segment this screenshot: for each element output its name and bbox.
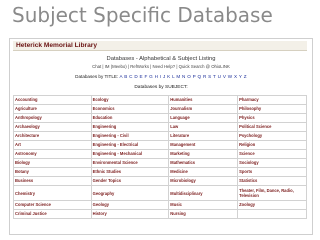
subject-link[interactable]: Microbiology: [168, 176, 239, 186]
table-row: Astronomy Engineering - Mechanical Marketi…: [13, 149, 307, 159]
subject-link[interactable]: Computer Science: [13, 200, 92, 210]
subject-link[interactable]: Medicine: [168, 167, 239, 177]
table-row: Archaeology Engineering Law Political Scien…: [13, 122, 307, 132]
subject-link[interactable]: Religion: [237, 140, 307, 150]
subject-link[interactable]: Business: [13, 176, 92, 186]
table-row: Business Gender Topics Microbiology Statist…: [13, 176, 307, 186]
subject-link[interactable]: Accounting: [13, 95, 92, 105]
subject-link[interactable]: Anthropology: [13, 113, 92, 123]
title-index-label: Databases by TITLE:: [75, 74, 119, 79]
subject-link[interactable]: Humanities: [168, 95, 239, 105]
subject-table: Accounting Ecology Humanities Pharmacy Agric…: [13, 95, 307, 219]
subject-link[interactable]: Art: [13, 140, 92, 150]
subject-link[interactable]: Pharmacy: [237, 95, 307, 105]
subject-link[interactable]: Multidisciplinary: [168, 185, 239, 201]
subject-link[interactable]: Environmental Science: [90, 158, 170, 168]
subject-link[interactable]: Biology: [13, 158, 92, 168]
subject-link[interactable]: Sports: [237, 167, 307, 177]
subject-link[interactable]: Law: [168, 122, 239, 132]
subject-link[interactable]: Engineering - Electrical: [90, 140, 170, 150]
subject-link[interactable]: Literature: [168, 131, 239, 141]
help-links-bar[interactable]: Chat | IM (Meebo) | RefWorks | Need Help…: [10, 64, 312, 70]
subject-link[interactable]: Music: [168, 200, 239, 210]
subject-link[interactable]: Sociology: [237, 158, 307, 168]
subject-link[interactable]: Geology: [90, 200, 170, 210]
subject-link[interactable]: Marketing: [168, 149, 239, 159]
subject-link[interactable]: Criminal Justice: [13, 209, 92, 219]
subject-link[interactable]: Statistics: [237, 176, 307, 186]
subject-link[interactable]: Engineering: [90, 122, 170, 132]
subject-link[interactable]: Engineering - Mechanical: [90, 149, 170, 159]
subject-link[interactable]: Agriculture: [13, 104, 92, 114]
subject-link[interactable]: Physics: [237, 113, 307, 123]
library-header: Heterick Memorial Library: [13, 41, 307, 51]
subject-link[interactable]: Chemistry: [13, 185, 92, 201]
subject-link[interactable]: Language: [168, 113, 239, 123]
subject-link: [237, 209, 307, 219]
subject-link[interactable]: Journalism: [168, 104, 239, 114]
subject-link[interactable]: Architecture: [13, 131, 92, 141]
slide-title: Subject Specific Database: [12, 3, 273, 27]
table-row: Chemistry Geography Multidisciplinary Theat…: [13, 185, 307, 201]
subject-link[interactable]: Archaeology: [13, 122, 92, 132]
subject-link[interactable]: Political Science: [237, 122, 307, 132]
subject-link[interactable]: Botany: [13, 167, 92, 177]
table-row: Computer Science Geology Music Zoology: [13, 200, 307, 210]
subject-link[interactable]: Philosophy: [237, 104, 307, 114]
page-subtitle: Databases - Alphabetical & Subject Listi…: [106, 56, 216, 62]
subject-link[interactable]: Engineering - Civil: [90, 131, 170, 141]
table-row: Architecture Engineering - Civil Literatur…: [13, 131, 307, 141]
subject-link[interactable]: Nursing: [168, 209, 239, 219]
subject-link[interactable]: Zoology: [237, 200, 307, 210]
subject-link[interactable]: Science: [237, 149, 307, 159]
subject-link[interactable]: Psychology: [237, 131, 307, 141]
alphabet-links[interactable]: A B C D E F G H I J K L M N O P Q R S T …: [120, 74, 247, 79]
subject-link[interactable]: Education: [90, 113, 170, 123]
subject-link[interactable]: Mathematics: [168, 158, 239, 168]
subject-link[interactable]: Management: [168, 140, 239, 150]
table-row: Criminal Justice History Nursing: [13, 209, 307, 219]
table-row: Botany Ethnic Studies Medicine Sports: [13, 167, 307, 177]
subject-link[interactable]: History: [90, 209, 170, 219]
subject-link[interactable]: Ecology: [90, 95, 170, 105]
table-row: Agriculture Economics Journalism Philosophy: [13, 104, 307, 114]
subject-link[interactable]: Theater, Film, Dance, Radio, Television: [237, 185, 307, 201]
table-row: Anthropology Education Language Physics: [13, 113, 307, 123]
table-row: Accounting Ecology Humanities Pharmacy: [13, 95, 307, 105]
table-row: Biology Environmental Science Mathematics S…: [13, 158, 307, 168]
website-screenshot: Heterick Memorial Library Databases - Al…: [9, 38, 313, 235]
table-row: Art Engineering - Electrical Management Rel…: [13, 140, 307, 150]
subject-link[interactable]: Gender Topics: [90, 176, 170, 186]
subject-heading: Databases by SUBJECT:: [134, 85, 188, 90]
subject-link[interactable]: Economics: [90, 104, 170, 114]
title-index: Databases by TITLE: A B C D E F G H I J …: [10, 74, 312, 80]
subject-link[interactable]: Ethnic Studies: [90, 167, 170, 177]
subject-link[interactable]: Geography: [90, 185, 170, 201]
subject-link[interactable]: Astronomy: [13, 149, 92, 159]
